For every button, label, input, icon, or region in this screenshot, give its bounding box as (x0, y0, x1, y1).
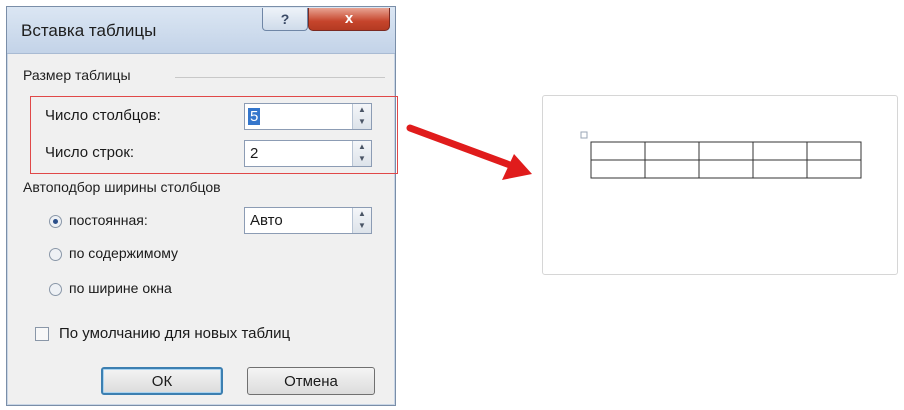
fixed-width-value[interactable]: Авто (250, 212, 283, 229)
autofit-group-label: Автоподбор ширины столбцов (23, 179, 221, 195)
size-fields-highlight (30, 96, 398, 174)
red-arrow-icon (406, 124, 532, 180)
radio-fixed[interactable] (49, 215, 62, 228)
document-preview (542, 95, 898, 275)
radio-fixed-label[interactable]: постоянная: (69, 212, 148, 228)
dialog-title: Вставка таблицы (21, 21, 157, 40)
default-new-tables-checkbox[interactable] (35, 327, 49, 341)
close-button[interactable]: x (308, 8, 390, 31)
fixed-width-spin-arrows[interactable]: ▲ ▼ (352, 208, 371, 233)
table-preview (580, 131, 862, 179)
group-divider (175, 77, 385, 78)
table-size-group-label: Размер таблицы (23, 67, 131, 83)
insert-table-dialog: Вставка таблицы ? x Размер таблицы Число… (6, 6, 396, 406)
radio-content[interactable] (49, 248, 62, 261)
ok-button[interactable]: ОК (101, 367, 223, 395)
default-new-tables-label[interactable]: По умолчанию для новых таблиц (59, 325, 290, 342)
table-move-handle-icon (580, 131, 588, 139)
radio-window-label[interactable]: по ширине окна (69, 280, 172, 296)
fixed-width-spinner[interactable]: Авто ▲ ▼ (244, 207, 372, 234)
dialog-titlebar: Вставка таблицы ? x (7, 7, 395, 54)
cancel-button[interactable]: Отмена (247, 367, 375, 395)
radio-window[interactable] (49, 283, 62, 296)
radio-content-label[interactable]: по содержимому (69, 245, 178, 261)
help-button[interactable]: ? (262, 8, 308, 31)
